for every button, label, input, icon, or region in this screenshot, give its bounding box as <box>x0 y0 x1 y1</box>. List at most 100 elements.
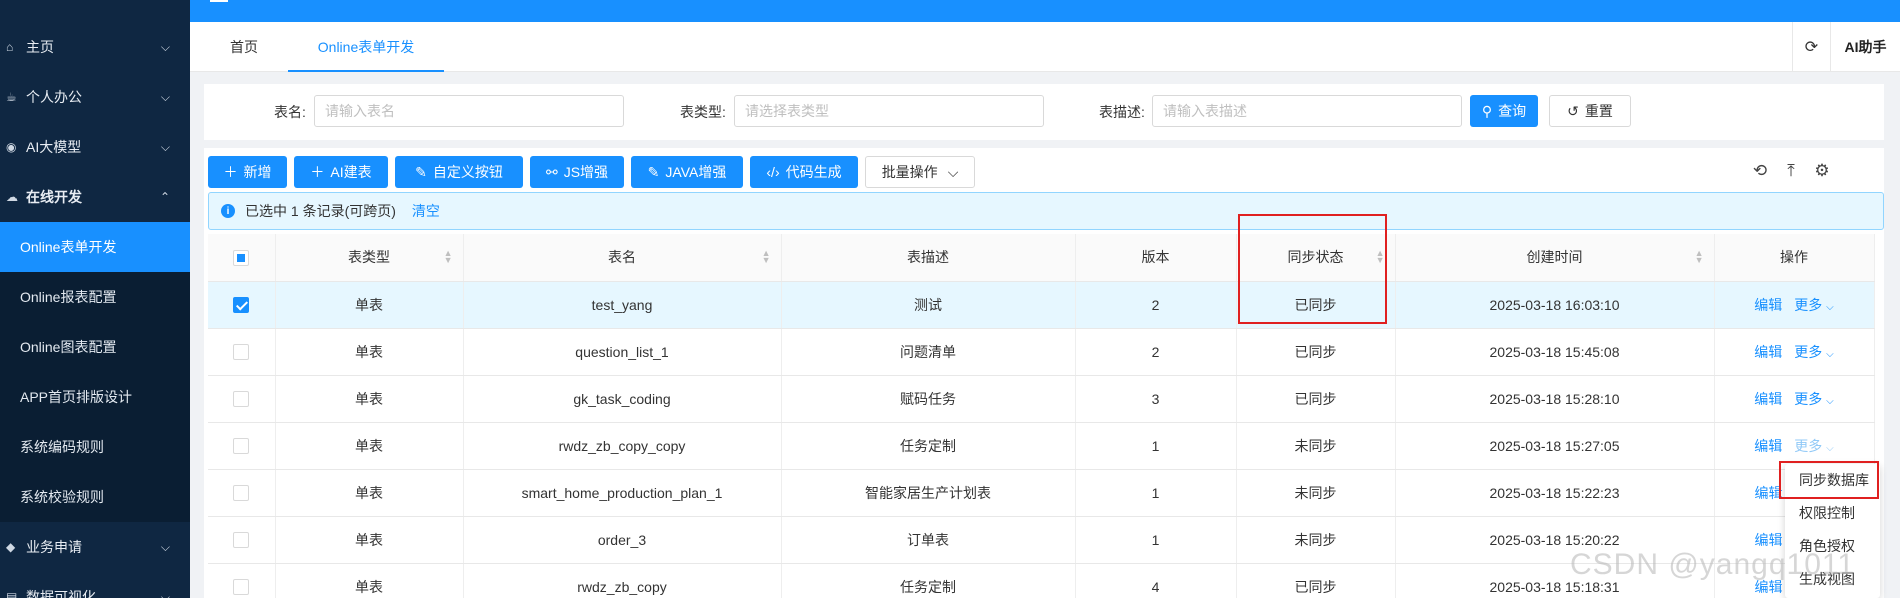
batch-ops-dropdown[interactable]: 批量操作 ⌵ <box>865 156 975 188</box>
edit-link[interactable]: 编辑 <box>1755 532 1783 548</box>
ai-assistant-button[interactable]: AI助手 <box>1830 22 1900 72</box>
query-label: 查询 <box>1498 103 1527 119</box>
edit-link[interactable]: 编辑 <box>1754 438 1782 454</box>
table-row[interactable]: 单表 question_list_1 问题清单 2 已同步 2025-03-18… <box>208 328 1875 376</box>
cell-name: smart_home_production_plan_1 <box>463 469 782 517</box>
sidebar-subitem-online-report[interactable]: Online报表配置 <box>0 272 190 322</box>
table-row[interactable]: 单表 rwdz_zb_copy_copy 任务定制 1 未同步 2025-03-… <box>208 422 1875 470</box>
ai-build-table-button[interactable]: ＋ AI建表 <box>294 156 388 188</box>
sidebar-item-business-apply[interactable]: ◆ 业务申请 ⌵ <box>0 522 190 572</box>
table-row[interactable]: 单表 gk_task_coding 赋码任务 3 已同步 2025-03-18 … <box>208 375 1875 423</box>
row-checkbox[interactable] <box>233 391 250 408</box>
table-type-select[interactable] <box>734 95 1044 127</box>
sort-icon[interactable]: ▲ ▼ <box>762 249 771 265</box>
sort-icon[interactable]: ▲ ▼ <box>1695 249 1704 265</box>
row-checkbox[interactable] <box>233 532 250 549</box>
sidebar: ⌂ 主页 ⌵ ☕ 个人办公 ⌵ ◉ AI大模型 ⌵ ☁ 在线开发 ⌃ Onlin… <box>0 0 190 598</box>
edit-link[interactable]: 编辑 <box>1754 344 1782 360</box>
refresh-icon[interactable]: ⟲ <box>1749 160 1771 182</box>
table-name-input[interactable] <box>314 95 624 127</box>
reset-button[interactable]: ↺ 重置 <box>1549 95 1631 127</box>
tag-icon: ◆ <box>6 540 16 554</box>
row-checkbox[interactable] <box>233 485 250 502</box>
custom-button-label: 自定义按钮 <box>432 164 503 180</box>
chevron-down-icon: ⌵ <box>160 39 170 54</box>
cell-actions: 编辑 更多 ⌵ <box>1714 281 1875 329</box>
select-all-checkbox[interactable] <box>233 249 250 266</box>
edit-link[interactable]: 编辑 <box>1754 297 1782 313</box>
more-dropdown[interactable]: 更多 ⌵ <box>1794 438 1833 454</box>
cell-version: 2 <box>1075 281 1237 329</box>
row-checkbox[interactable] <box>233 579 250 596</box>
row-checkbox[interactable] <box>233 438 250 455</box>
code-icon: ‹/› <box>766 164 780 180</box>
cell-desc: 任务定制 <box>781 422 1076 470</box>
cell-desc: 智能家居生产计划表 <box>781 469 1076 517</box>
row-select-cell <box>208 563 276 598</box>
custom-button-button[interactable]: ✎ 自定义按钮 <box>395 156 523 188</box>
row-checkbox[interactable] <box>233 297 250 314</box>
table-row[interactable]: 单表 test_yang 测试 2 已同步 2025-03-18 16:03:1… <box>208 281 1875 329</box>
code-gen-button[interactable]: ‹/› 代码生成 <box>750 156 858 188</box>
sidebar-subitem-code-rules[interactable]: 系统编码规则 <box>0 422 190 472</box>
cell-name: test_yang <box>463 281 782 329</box>
header-label: 表名 <box>608 249 636 266</box>
header-table-type[interactable]: 表类型 ▲ ▼ <box>275 234 464 282</box>
edit-link[interactable]: 编辑 <box>1754 391 1782 407</box>
tab-online-form[interactable]: Online表单开发 <box>288 22 444 72</box>
info-icon: i <box>221 204 235 218</box>
chevron-down-icon: ⌵ <box>1826 395 1834 407</box>
java-enhance-button[interactable]: ✎ JAVA增强 <box>631 156 743 188</box>
link-icon: ⚯ <box>545 163 558 180</box>
js-enhance-button[interactable]: ⚯ JS增强 <box>530 156 624 188</box>
add-button[interactable]: ＋ 新增 <box>208 156 287 188</box>
header-created-time[interactable]: 创建时间 ▲ ▼ <box>1395 234 1715 282</box>
sidebar-subitem-online-form[interactable]: Online表单开发 <box>0 222 190 272</box>
table-desc-input[interactable] <box>1152 95 1462 127</box>
more-dropdown[interactable]: 更多 ⌵ <box>1794 391 1833 407</box>
menu-toggle-icon[interactable] <box>210 0 228 2</box>
table-row[interactable]: 单表 smart_home_production_plan_1 智能家居生产计划… <box>208 469 1875 517</box>
refresh-tabs-button[interactable]: ⟳ <box>1792 22 1830 72</box>
export-icon[interactable]: ⤒ <box>1780 160 1802 182</box>
search-icon: ⚲ <box>1481 102 1493 119</box>
sidebar-subitem-app-layout[interactable]: APP首页排版设计 <box>0 372 190 422</box>
query-button[interactable]: ⚲ 查询 <box>1470 95 1538 127</box>
sidebar-subitem-online-chart[interactable]: Online图表配置 <box>0 322 190 372</box>
chevron-down-icon: ⌵ <box>947 163 959 180</box>
cell-version: 4 <box>1075 563 1237 598</box>
more-dropdown[interactable]: 更多 ⌵ <box>1794 344 1833 360</box>
header-table-name[interactable]: 表名 ▲ ▼ <box>463 234 782 282</box>
home-icon: ⌂ <box>6 40 14 54</box>
search-panel: 表名: 表类型: 表描述: ⚲ 查询 ↺ 重置 <box>204 84 1884 140</box>
clear-selection-link[interactable]: 清空 <box>412 201 440 221</box>
sort-icon[interactable]: ▲ ▼ <box>444 249 453 265</box>
more-dropdown[interactable]: 更多 ⌵ <box>1794 297 1833 313</box>
sidebar-item-online-dev[interactable]: ☁ 在线开发 ⌃ <box>0 172 190 222</box>
cell-version: 1 <box>1075 422 1237 470</box>
row-select-cell <box>208 281 276 329</box>
tab-home[interactable]: 首页 <box>230 22 258 72</box>
reset-label: 重置 <box>1584 103 1613 119</box>
settings-icon[interactable]: ⚙ <box>1811 160 1833 182</box>
cell-status: 已同步 <box>1236 375 1396 423</box>
top-header <box>190 0 1900 22</box>
cell-type: 单表 <box>275 328 464 376</box>
row-checkbox[interactable] <box>233 344 250 361</box>
cell-type: 单表 <box>275 422 464 470</box>
edit-icon: ✎ <box>415 163 427 180</box>
header-label: 操作 <box>1780 249 1808 266</box>
cell-created: 2025-03-18 15:28:10 <box>1395 375 1715 423</box>
cell-name: rwdz_zb_copy_copy <box>463 422 782 470</box>
sidebar-item-personal-office[interactable]: ☕ 个人办公 ⌵ <box>0 72 190 122</box>
sidebar-item-home[interactable]: ⌂ 主页 ⌵ <box>0 22 190 72</box>
sidebar-item-ai-model[interactable]: ◉ AI大模型 ⌵ <box>0 122 190 172</box>
refresh-icon: ⟳ <box>1804 39 1819 56</box>
cell-desc: 赋码任务 <box>781 375 1076 423</box>
header-label: 版本 <box>1141 249 1170 266</box>
coffee-icon: ☕ <box>6 90 17 104</box>
menu-item-permission[interactable]: 权限控制 <box>1785 497 1880 530</box>
sidebar-subitem-validation-rules[interactable]: 系统校验规则 <box>0 472 190 522</box>
sidebar-item-data-viz[interactable]: ▤ 数据可视化 ⌵ <box>0 572 190 598</box>
table-name-label: 表名: <box>274 104 306 120</box>
